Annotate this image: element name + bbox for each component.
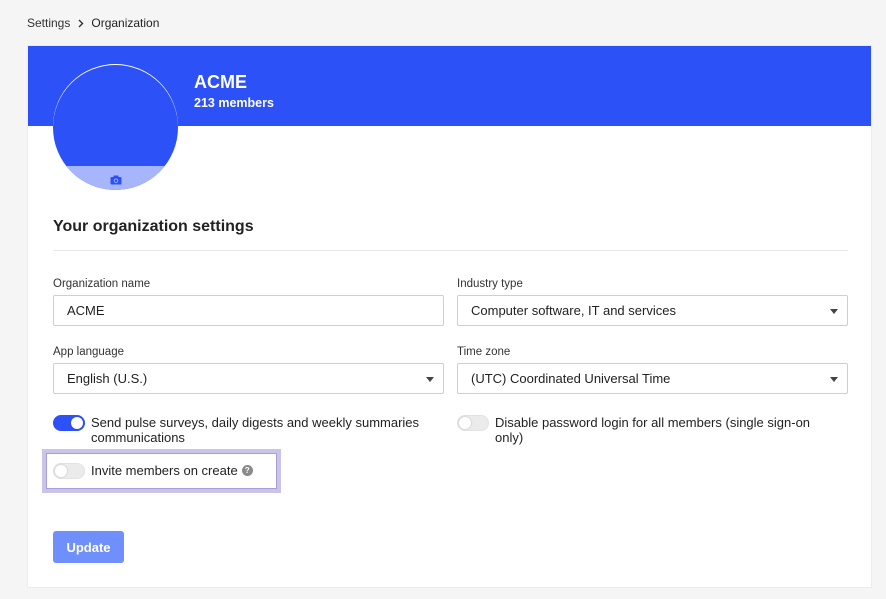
pulse-communications-label: Send pulse surveys, daily digests and we… bbox=[91, 415, 420, 445]
breadcrumb-current: Organization bbox=[91, 16, 160, 30]
organization-card: ACME 213 members Your organization setti… bbox=[27, 45, 872, 588]
org-name-label: Organization name bbox=[53, 278, 151, 290]
timezone-value: (UTC) Coordinated Universal Time bbox=[471, 371, 671, 386]
member-count: 213 members bbox=[194, 96, 274, 110]
caret-down-icon bbox=[830, 377, 838, 382]
toggle-knob bbox=[459, 417, 471, 429]
invite-on-create-row: Invite members on create? bbox=[91, 463, 253, 478]
industry-value: Computer software, IT and services bbox=[471, 303, 676, 318]
breadcrumb: Settings Organization bbox=[27, 16, 159, 30]
chevron-right-icon bbox=[78, 19, 84, 28]
toggle-knob bbox=[55, 465, 67, 477]
industry-label: Industry type bbox=[457, 278, 523, 290]
org-name-value: ACME bbox=[67, 303, 105, 318]
update-button[interactable]: Update bbox=[53, 531, 124, 563]
disable-password-login-toggle[interactable] bbox=[457, 415, 489, 431]
invite-on-create-toggle[interactable] bbox=[53, 463, 85, 479]
timezone-select[interactable]: (UTC) Coordinated Universal Time bbox=[457, 363, 848, 394]
timezone-label: Time zone bbox=[457, 346, 511, 358]
org-name-input[interactable]: ACME bbox=[53, 295, 444, 326]
question-mark-icon[interactable]: ? bbox=[241, 465, 253, 476]
breadcrumb-settings-link[interactable]: Settings bbox=[27, 16, 70, 30]
invite-on-create-label: Invite members on create bbox=[91, 463, 238, 478]
section-title: Your organization settings bbox=[53, 218, 254, 235]
organization-title: ACME bbox=[194, 72, 247, 92]
organization-avatar[interactable] bbox=[53, 65, 178, 190]
language-select[interactable]: English (U.S.) bbox=[53, 363, 444, 394]
toggle-knob bbox=[71, 417, 83, 429]
industry-select[interactable]: Computer software, IT and services bbox=[457, 295, 848, 326]
caret-down-icon bbox=[830, 309, 838, 314]
language-value: English (U.S.) bbox=[67, 371, 148, 386]
section-divider bbox=[53, 250, 848, 251]
language-label: App language bbox=[53, 346, 124, 358]
disable-password-login-label: Disable password login for all members (… bbox=[495, 415, 811, 445]
pulse-communications-toggle[interactable] bbox=[53, 415, 85, 431]
avatar-upload-strip[interactable] bbox=[53, 166, 178, 190]
camera-icon bbox=[110, 172, 122, 190]
caret-down-icon bbox=[426, 377, 434, 382]
